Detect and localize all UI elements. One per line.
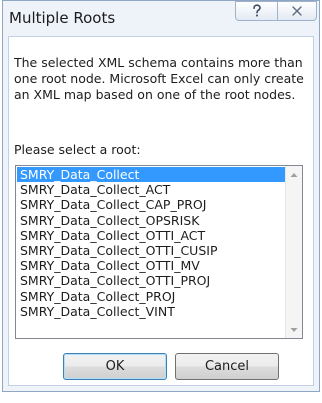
root-list-item[interactable]: SMRY_Data_Collect_ACT — [17, 182, 285, 197]
multiple-roots-dialog: Multiple Roots The selected XML schema c… — [2, 0, 320, 392]
root-list-item[interactable]: SMRY_Data_Collect_CAP_PROJ — [17, 197, 285, 212]
root-list-item[interactable]: SMRY_Data_Collect_OTTI_PROJ — [17, 273, 285, 288]
close-icon — [292, 6, 302, 16]
root-list-item[interactable]: SMRY_Data_Collect_PROJ — [17, 289, 285, 304]
root-listbox[interactable]: SMRY_Data_Collect SMRY_Data_Collect_ACT SM… — [15, 165, 303, 339]
scroll-down-arrow-icon — [290, 327, 298, 332]
cancel-button[interactable]: Cancel — [175, 353, 279, 380]
root-list-item[interactable]: SMRY_Data_Collect_OTTI_ACT — [17, 228, 285, 243]
root-list-item[interactable]: SMRY_Data_Collect_OPSRISK — [17, 213, 285, 228]
dialog-body: The selected XML schema contains more th… — [8, 36, 314, 386]
root-list-item[interactable]: SMRY_Data_Collect_VINT — [17, 304, 285, 319]
scroll-up-arrow-icon — [290, 172, 298, 177]
dialog-title: Multiple Roots — [9, 9, 116, 27]
help-button[interactable] — [235, 1, 278, 21]
root-list-item[interactable]: SMRY_Data_Collect_OTTI_MV — [17, 258, 285, 273]
select-root-label: Please select a root: — [14, 142, 141, 157]
root-list-item[interactable]: SMRY_Data_Collect — [17, 167, 285, 183]
ok-button[interactable]: OK — [63, 353, 167, 380]
root-list-item[interactable]: SMRY_Data_Collect_OTTI_CUSIP — [17, 243, 285, 258]
listbox-scrollbar[interactable] — [285, 166, 302, 338]
title-bar: Multiple Roots — [3, 1, 319, 36]
close-button[interactable] — [277, 1, 317, 21]
root-list: SMRY_Data_Collect SMRY_Data_Collect_ACT SM… — [17, 167, 285, 319]
message-text: The selected XML schema contains more th… — [14, 55, 304, 102]
prompt-text: Please select a root: — [14, 142, 141, 157]
scroll-up-button[interactable] — [286, 166, 302, 183]
scroll-down-button[interactable] — [286, 321, 302, 338]
question-icon — [252, 4, 261, 17]
